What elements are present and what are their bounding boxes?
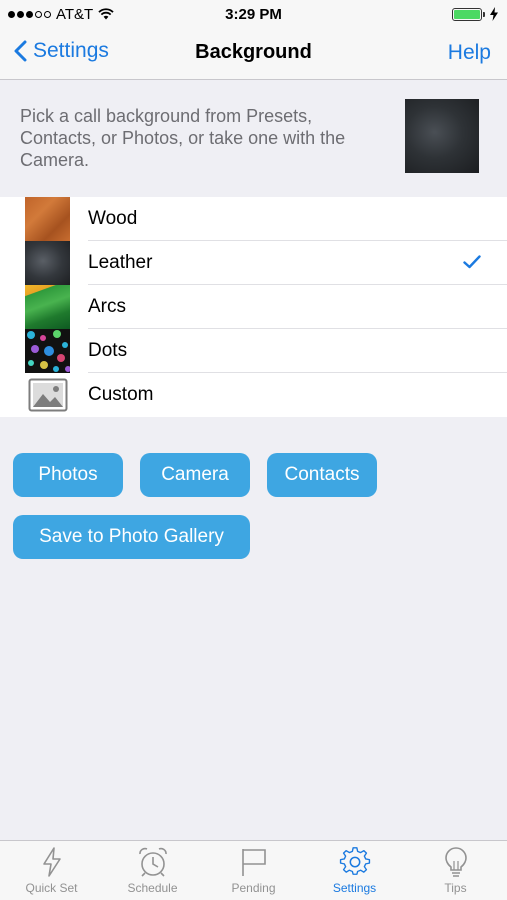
charging-bolt-icon: [490, 7, 498, 21]
checkmark-icon: [463, 255, 481, 269]
status-left: AT&T: [8, 6, 114, 23]
camera-button[interactable]: Camera: [140, 453, 250, 497]
tab-pending[interactable]: Pending: [203, 841, 304, 900]
contacts-button[interactable]: Contacts: [267, 453, 377, 497]
tab-settings[interactable]: Settings: [304, 841, 405, 900]
image-placeholder-icon: [25, 373, 70, 417]
tab-bar: Quick Set Schedule Pending Settings Tips: [0, 840, 507, 900]
battery-icon: [452, 7, 485, 21]
alarm-clock-icon: [138, 847, 167, 877]
tab-label: Quick Set: [25, 881, 78, 895]
help-button[interactable]: Help: [448, 41, 491, 65]
list-item-custom[interactable]: Custom: [0, 373, 507, 417]
dots-thumbnail: [25, 329, 70, 373]
description-text: Pick a call background from Presets, Con…: [20, 106, 346, 170]
list-item-label: Wood: [88, 208, 138, 229]
tab-schedule[interactable]: Schedule: [102, 841, 203, 900]
leather-thumbnail: [25, 241, 70, 285]
description-section: Pick a call background from Presets, Con…: [0, 81, 507, 197]
wood-thumbnail: [25, 197, 70, 241]
list-item-dots[interactable]: Dots: [0, 329, 507, 373]
tab-label: Pending: [231, 881, 276, 895]
status-bar: AT&T 3:29 PM: [0, 0, 507, 28]
flag-icon: [241, 849, 266, 876]
arcs-thumbnail: [25, 285, 70, 329]
page-title: Background: [195, 41, 312, 63]
tab-label: Settings: [332, 881, 377, 895]
list-item-leather[interactable]: Leather: [0, 241, 507, 285]
tab-label: Tips: [444, 881, 467, 895]
carrier-name: AT&T: [56, 5, 94, 23]
tab-quick-set[interactable]: Quick Set: [1, 841, 102, 900]
background-list: Wood Leather Arcs Dots Custom: [0, 197, 507, 417]
tab-label: Schedule: [127, 881, 178, 895]
list-item-wood[interactable]: Wood: [0, 197, 507, 241]
wifi-icon: [98, 8, 114, 20]
list-item-label: Leather: [88, 252, 153, 273]
list-item-label: Arcs: [88, 296, 126, 317]
gear-icon: [339, 847, 370, 875]
save-to-photo-gallery-button[interactable]: Save to Photo Gallery: [13, 515, 250, 559]
status-right: [452, 7, 499, 21]
list-item-label: Dots: [88, 340, 128, 361]
tab-tips[interactable]: Tips: [405, 841, 506, 900]
navigation-bar: Settings Background Help: [0, 28, 507, 80]
background-preview: [405, 99, 479, 173]
signal-strength-icon: [8, 10, 51, 18]
lightbulb-icon: [444, 847, 467, 877]
list-item-label: Custom: [88, 384, 154, 405]
list-item-arcs[interactable]: Arcs: [0, 285, 507, 329]
lightning-icon: [42, 847, 61, 877]
photos-button[interactable]: Photos: [13, 453, 123, 497]
